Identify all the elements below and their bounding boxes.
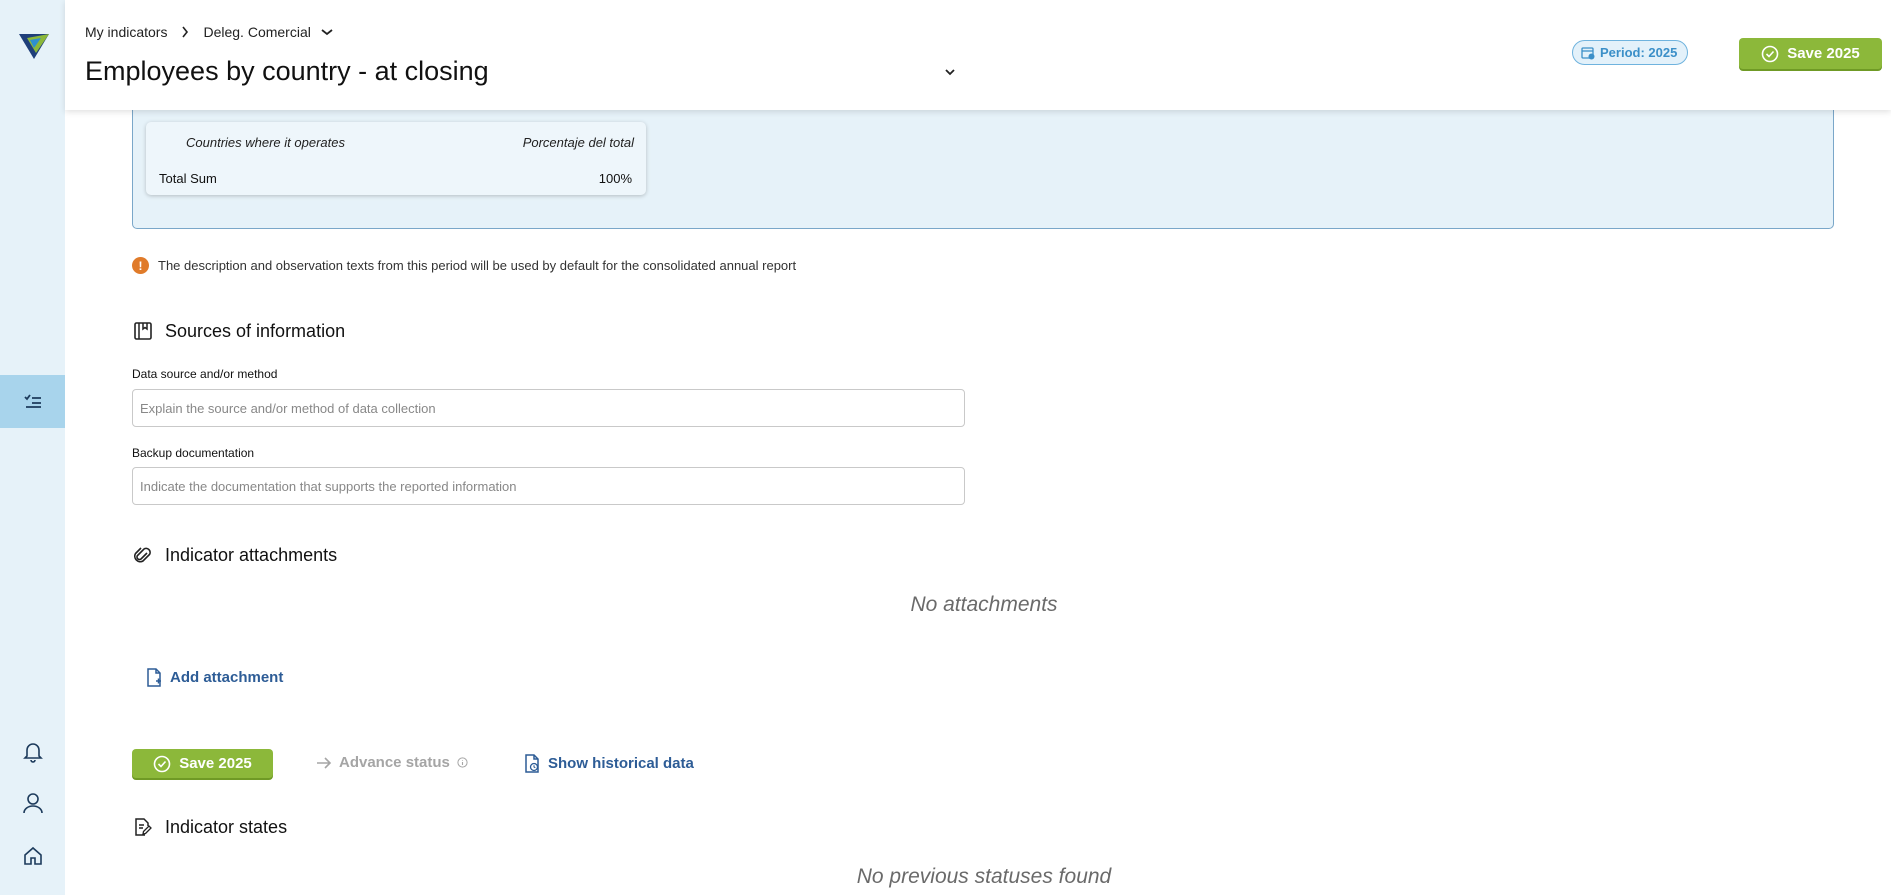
save-button-bottom[interactable]: Save 2025 [132, 749, 273, 778]
check-circle-icon [153, 755, 171, 772]
data-source-input[interactable] [132, 389, 965, 427]
save-bottom-label: Save 2025 [179, 755, 252, 772]
logo[interactable] [19, 32, 49, 60]
attachments-title: Indicator attachments [165, 544, 338, 565]
chevron-down-icon[interactable] [942, 66, 958, 78]
backup-documentation-input[interactable] [132, 467, 965, 505]
column-header-countries: Countries where it operates [186, 135, 345, 150]
add-attachment-label: Add attachment [170, 669, 284, 686]
advance-status-label: Advance status [339, 754, 450, 771]
paperclip-icon [132, 544, 154, 566]
profile-button[interactable] [20, 790, 46, 816]
advance-status-button[interactable]: Advance status [316, 754, 468, 771]
consolidated-report-notice: ! The description and observation texts … [132, 257, 796, 274]
chevron-right-icon [181, 26, 189, 38]
file-plus-icon [147, 668, 161, 687]
arrow-right-icon [317, 756, 332, 769]
backup-label: Backup documentation [132, 446, 255, 460]
sources-title: Sources of information [165, 320, 346, 341]
column-header-percentage: Porcentaje del total [522, 135, 634, 150]
total-sum-value: 100% [598, 171, 632, 186]
historical-data-label: Show historical data [548, 755, 694, 772]
no-attachments-message: No attachments [910, 593, 1058, 616]
alert-icon: ! [132, 257, 149, 274]
total-sum-label: Total Sum [159, 171, 217, 186]
states-title: Indicator states [165, 816, 288, 837]
breadcrumb: My indicators Deleg. Comercial [85, 24, 333, 40]
user-icon [23, 793, 43, 814]
side-rail [0, 0, 65, 895]
data-source-label: Data source and/or method [132, 367, 278, 381]
summary-table: Countries where it operates Porcentaje d… [146, 122, 646, 195]
bell-icon [23, 743, 43, 763]
states-section-title: Indicator states [132, 816, 287, 838]
no-statuses-message: No previous statuses found [856, 865, 1112, 888]
file-edit-icon [132, 816, 154, 838]
book-icon [132, 320, 154, 342]
breadcrumb-current[interactable]: Deleg. Comercial [203, 24, 310, 40]
file-clock-icon [525, 754, 539, 773]
home-button[interactable] [20, 843, 46, 869]
info-icon[interactable] [457, 757, 468, 768]
period-label: Period: 2025 [1600, 45, 1678, 60]
show-historical-data-button[interactable]: Show historical data [524, 754, 694, 773]
page-title: Employees by country - at closing [85, 56, 489, 86]
check-circle-icon [1761, 45, 1779, 62]
home-icon [24, 846, 42, 865]
notifications-button[interactable] [20, 739, 46, 765]
notice-text: The description and observation texts fr… [158, 258, 797, 273]
attachments-section-title: Indicator attachments [132, 544, 337, 566]
calendar-icon [1581, 46, 1595, 59]
nav-indicators-active[interactable] [0, 375, 65, 428]
add-attachment-button[interactable]: Add attachment [146, 668, 283, 687]
breadcrumb-my-indicators[interactable]: My indicators [85, 24, 167, 40]
save-button-top[interactable]: Save 2025 [1739, 38, 1882, 69]
sources-section-title: Sources of information [132, 320, 345, 342]
page-header: My indicators Deleg. Comercial Employees… [65, 0, 1891, 110]
save-label: Save 2025 [1787, 45, 1860, 62]
checklist-icon [23, 393, 41, 408]
chevron-down-icon[interactable] [321, 28, 333, 36]
period-selector[interactable]: Period: 2025 [1572, 40, 1689, 65]
